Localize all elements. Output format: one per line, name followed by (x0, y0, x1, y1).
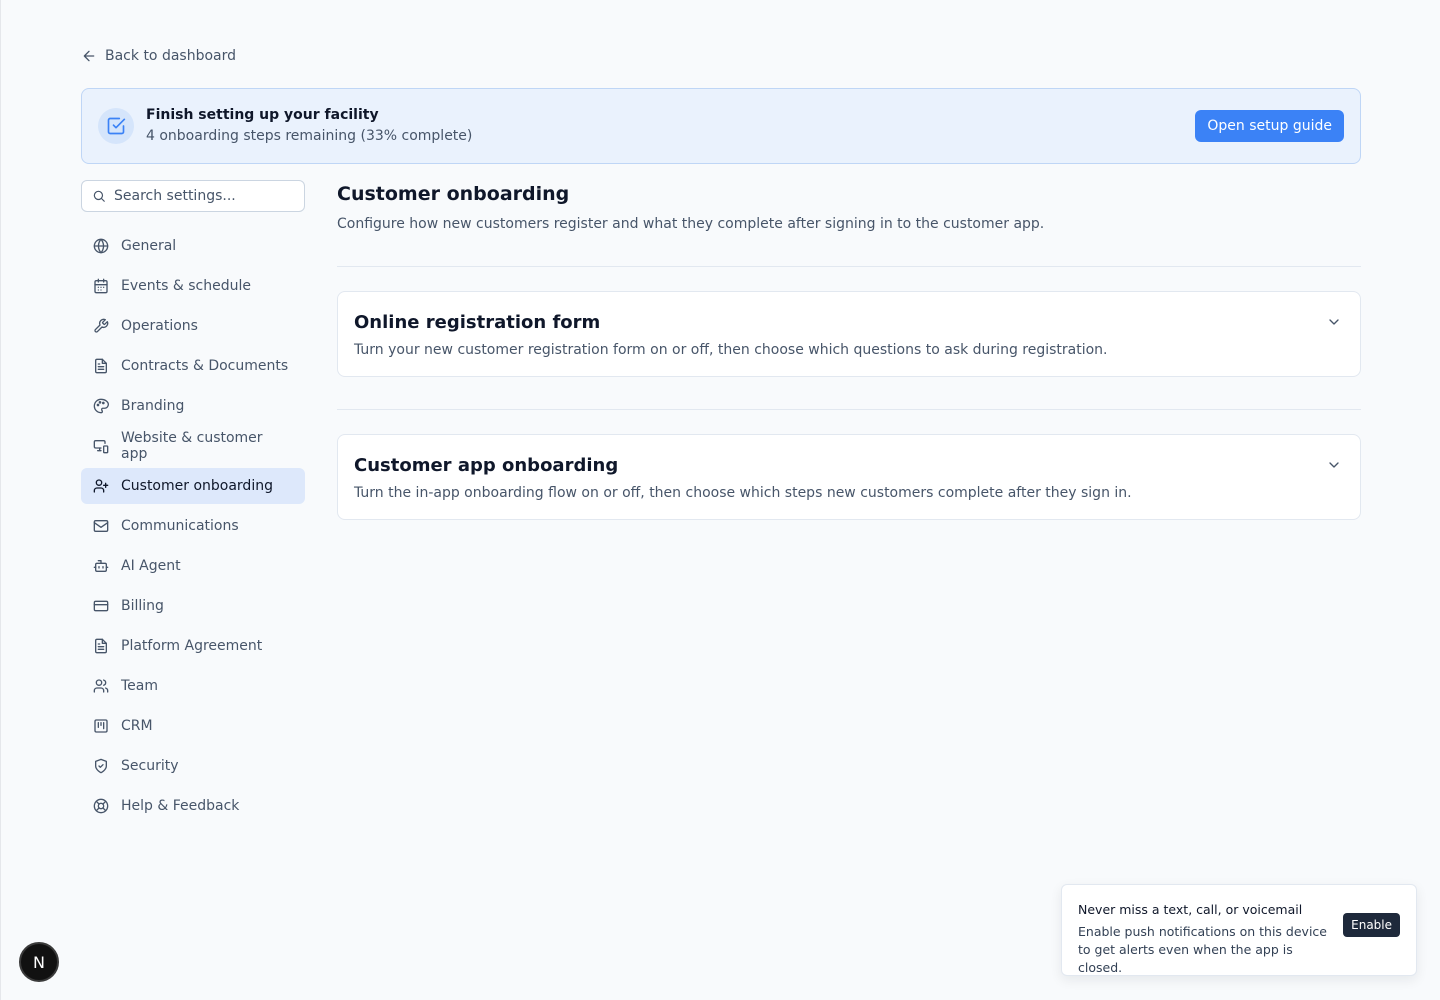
life-buoy-icon (93, 798, 109, 814)
sidebar-item-label: General (121, 238, 177, 254)
section-description: Turn the in-app onboarding flow on or of… (354, 485, 1132, 501)
users-icon (93, 679, 109, 693)
sidebar-item-label: Communications (121, 518, 239, 534)
sidebar-item-team[interactable]: Team (81, 668, 305, 704)
chevron-down-icon[interactable] (1326, 457, 1342, 473)
sidebar-item-billing[interactable]: Billing (81, 588, 305, 624)
sidebar-item-label: Billing (121, 598, 164, 614)
search-input[interactable] (114, 188, 294, 204)
sidebar-item-label: AI Agent (121, 558, 181, 574)
sidebar-item-label: Website & customer app (121, 430, 263, 462)
devices-icon (93, 440, 109, 454)
back-to-dashboard-link[interactable]: Back to dashboard (81, 46, 236, 66)
square-check-icon (98, 108, 134, 144)
section-title: Online registration form (354, 312, 601, 333)
sidebar-item-customer-onboarding[interactable]: Customer onboarding (81, 468, 305, 504)
calendar-icon (94, 278, 108, 294)
bot-icon (93, 560, 109, 572)
sidebar-item-communications[interactable]: Communications (81, 508, 305, 544)
avatar-initial: N (33, 952, 45, 972)
sidebar-item-platform-agreement[interactable]: Platform Agreement (81, 628, 305, 664)
sidebar-item-label: Events & schedule (121, 278, 251, 294)
globe-icon (93, 238, 109, 254)
sidebar-item-label: Operations (121, 318, 198, 334)
mail-icon (93, 520, 109, 532)
divider (337, 266, 1361, 267)
file-text-icon (95, 358, 107, 374)
sidebar-item-contracts-documents[interactable]: Contracts & Documents (81, 348, 305, 384)
kanban-icon (94, 719, 108, 733)
sidebar-item-help-feedback[interactable]: Help & Feedback (81, 788, 305, 824)
toast-title: Never miss a text, call, or voicemail (1078, 902, 1303, 917)
sidebar-item-label: Security (121, 758, 179, 774)
customer-app-onboarding-section[interactable]: Customer app onboarding Turn the in-app … (337, 434, 1361, 520)
page-title: Customer onboarding (337, 183, 570, 205)
settings-sidebar: General Events & schedule Operations Con… (81, 228, 305, 828)
enable-notifications-button[interactable]: Enable (1343, 913, 1400, 937)
section-title: Customer app onboarding (354, 455, 619, 476)
sidebar-item-label: Branding (121, 398, 185, 414)
wrench-icon (94, 318, 109, 333)
sidebar-item-label: Team (121, 678, 159, 694)
chevron-down-icon[interactable] (1326, 314, 1342, 330)
sidebar-item-label: Platform Agreement (121, 638, 263, 654)
back-link-label: Back to dashboard (105, 48, 237, 64)
setup-banner: Finish setting up your facility 4 onboar… (81, 88, 1361, 164)
toast-text: Never miss a text, call, or voicemail En… (1078, 901, 1331, 975)
push-notification-toast: Never miss a text, call, or voicemail En… (1061, 884, 1417, 976)
settings-page: Back to dashboard Finish setting up your… (0, 0, 1440, 1000)
file-text-icon (95, 638, 107, 654)
divider (337, 409, 1361, 410)
search-settings (81, 180, 305, 212)
sidebar-item-label: Customer onboarding (121, 478, 273, 494)
toast-body: Enable push notifications on this device… (1078, 924, 1327, 975)
sidebar-item-ai-agent[interactable]: AI Agent (81, 548, 305, 584)
sidebar-item-label: CRM (121, 718, 153, 734)
sidebar-item-general[interactable]: General (81, 228, 305, 264)
credit-card-icon (93, 600, 109, 612)
sidebar-item-events-schedule[interactable]: Events & schedule (81, 268, 305, 304)
main-content: Customer onboarding Configure how new cu… (337, 180, 1361, 520)
open-setup-guide-button[interactable]: Open setup guide (1195, 110, 1344, 142)
banner-title: Finish setting up your facility (146, 107, 379, 123)
palette-icon (93, 398, 109, 414)
page-description: Configure how new customers register and… (337, 216, 1045, 232)
sidebar-item-website-customer-app[interactable]: Website & customer app (81, 428, 305, 464)
arrow-left-icon (83, 50, 95, 62)
shield-icon (95, 758, 107, 774)
banner-subtitle: 4 onboarding steps remaining (33% comple… (146, 128, 473, 144)
online-registration-form-section[interactable]: Online registration form Turn your new c… (337, 291, 1361, 377)
section-description: Turn your new customer registration form… (354, 342, 1108, 358)
sidebar-item-label: Contracts & Documents (121, 358, 289, 374)
sidebar-item-operations[interactable]: Operations (81, 308, 305, 344)
sidebar-item-branding[interactable]: Branding (81, 388, 305, 424)
avatar[interactable]: N (19, 942, 59, 982)
sidebar-item-security[interactable]: Security (81, 748, 305, 784)
banner-text: Finish setting up your facility 4 onboar… (146, 105, 1195, 147)
sidebar-item-label: Help & Feedback (121, 798, 240, 814)
search-icon (93, 190, 105, 202)
sidebar-item-crm[interactable]: CRM (81, 708, 305, 744)
user-plus-icon (93, 479, 109, 493)
